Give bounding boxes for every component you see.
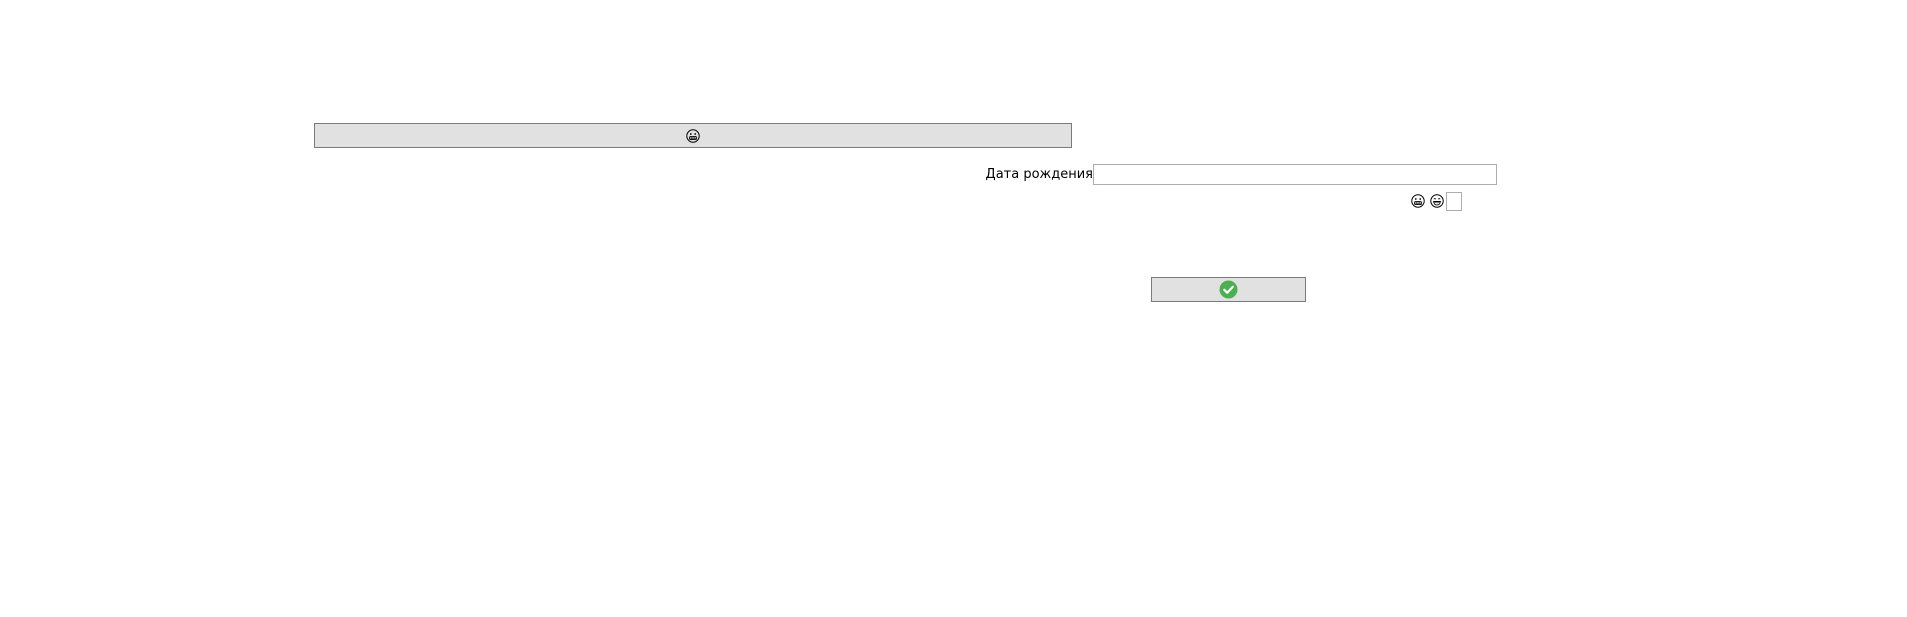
grimacing-face-icon [686, 128, 700, 143]
dob-input[interactable] [1093, 164, 1497, 185]
dob-label: Дата рождения [985, 167, 1093, 182]
emoji-row [1411, 191, 1462, 211]
grinning-face-icon[interactable] [1430, 194, 1444, 208]
top-emoji-button[interactable] [314, 123, 1072, 148]
grimacing-face-icon[interactable] [1411, 194, 1425, 208]
confirm-button[interactable] [1151, 277, 1306, 302]
check-circle-icon [1219, 280, 1238, 299]
small-checkbox[interactable] [1446, 191, 1462, 211]
